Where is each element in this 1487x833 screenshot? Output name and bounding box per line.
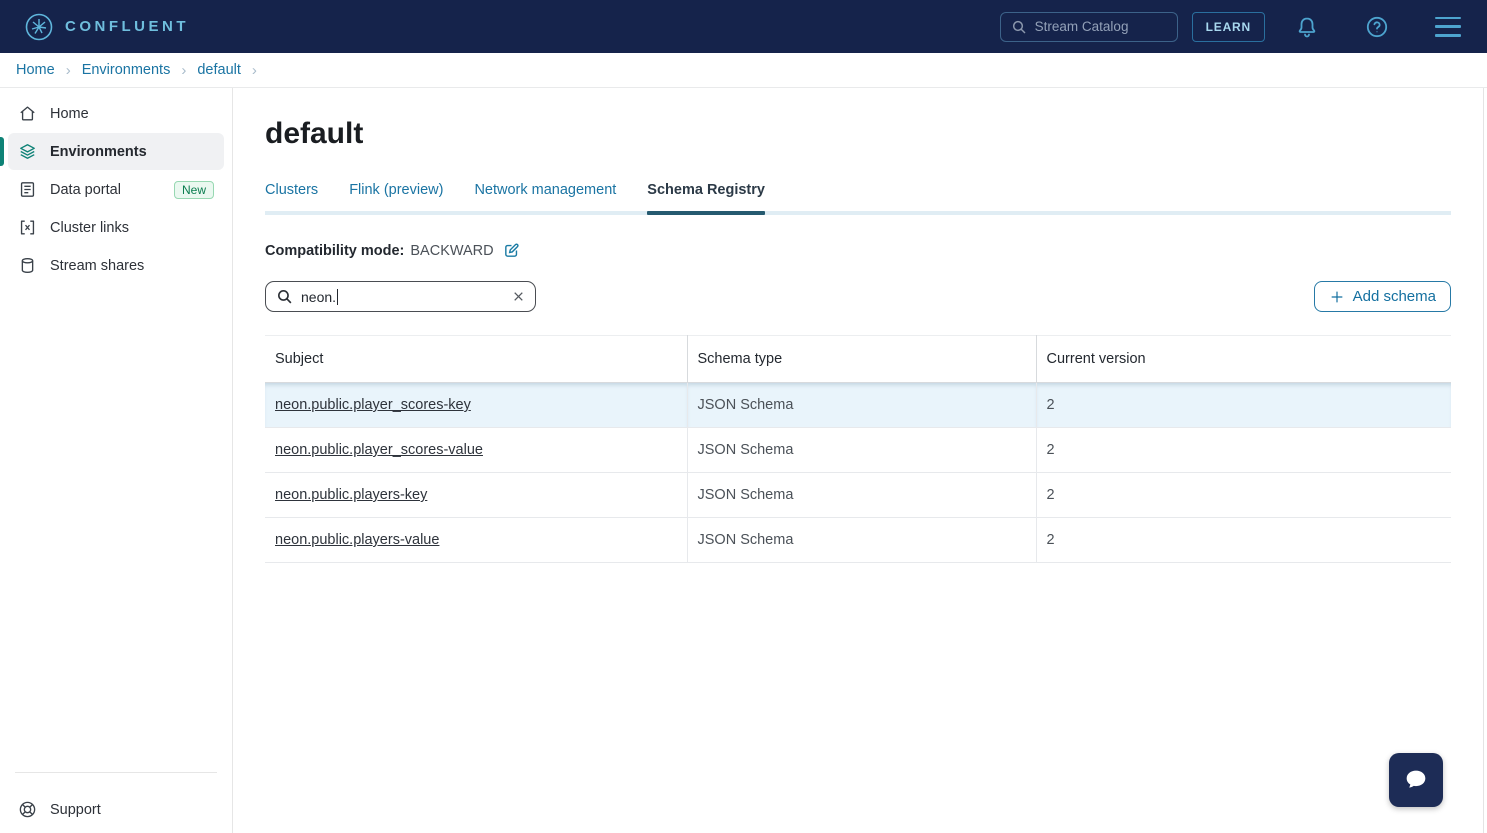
chat-widget-button[interactable] bbox=[1389, 753, 1443, 807]
breadcrumb-chevron-icon: › bbox=[66, 62, 71, 79]
confluent-logo-icon bbox=[24, 12, 54, 42]
support-icon bbox=[18, 800, 37, 819]
tab-bar: Clusters Flink (preview) Network managemen… bbox=[265, 182, 1451, 215]
chat-bubble-icon bbox=[1402, 766, 1430, 794]
schemas-table: SubjectSchema typeCurrent version neon.p… bbox=[265, 335, 1451, 563]
sidebar-item-label: Data portal bbox=[50, 182, 121, 198]
subject-cell: neon.public.players-value bbox=[265, 518, 687, 563]
sidebar-item-label: Cluster links bbox=[50, 220, 129, 236]
data-portal-icon bbox=[18, 180, 37, 199]
menu-hamburger-icon[interactable] bbox=[1435, 17, 1461, 37]
tab-schema-registry[interactable]: Schema Registry bbox=[647, 182, 765, 211]
table-row: neon.public.player_scores-key JSON Schema… bbox=[265, 383, 1451, 428]
clear-search-icon[interactable] bbox=[512, 290, 525, 303]
confluent-logo[interactable]: CONFLUENT bbox=[24, 12, 189, 42]
stream-catalog-input[interactable] bbox=[1035, 19, 1167, 34]
sidebar-item-home[interactable]: Home bbox=[8, 95, 224, 132]
top-navbar: CONFLUENT LEARN bbox=[0, 0, 1487, 53]
text-cursor bbox=[337, 289, 338, 305]
breadcrumb-chevron-icon: › bbox=[252, 62, 257, 79]
subject-cell: neon.public.player_scores-key bbox=[265, 383, 687, 428]
breadcrumb-link-home[interactable]: Home bbox=[16, 62, 55, 78]
sidebar-item-label: Stream shares bbox=[50, 258, 144, 274]
cluster-links-icon bbox=[18, 218, 37, 237]
sidebar-item-label: Environments bbox=[50, 144, 147, 160]
sidebar-divider bbox=[15, 772, 217, 773]
compatibility-mode-label: Compatibility mode: bbox=[265, 243, 404, 259]
edit-compatibility-icon[interactable] bbox=[503, 242, 520, 259]
table-row: neon.public.players-value JSON Schema2 bbox=[265, 518, 1451, 563]
navbar-right: LEARN bbox=[1000, 12, 1461, 42]
breadcrumb-link-default[interactable]: default bbox=[197, 62, 241, 78]
sidebar-item-label: Support bbox=[50, 802, 101, 818]
schema-type-cell: JSON Schema bbox=[687, 383, 1036, 428]
breadcrumb-link-environments[interactable]: Environments bbox=[82, 62, 171, 78]
breadcrumb: Home › Environments › default › bbox=[0, 53, 1487, 88]
plus-icon bbox=[1329, 289, 1345, 305]
help-icon[interactable] bbox=[1365, 15, 1389, 39]
sidebar: Home Environments Data portal New Cluster li… bbox=[0, 88, 233, 833]
current-version-cell: 2 bbox=[1036, 383, 1451, 428]
search-icon bbox=[1011, 19, 1027, 35]
notifications-bell-icon[interactable] bbox=[1295, 15, 1319, 39]
page-title: default bbox=[265, 117, 1451, 151]
add-schema-label: Add schema bbox=[1353, 288, 1436, 305]
search-icon bbox=[276, 288, 293, 305]
subject-link[interactable]: neon.public.players-value bbox=[275, 532, 439, 548]
schema-type-cell: JSON Schema bbox=[687, 473, 1036, 518]
sidebar-item-environments[interactable]: Environments bbox=[8, 133, 224, 170]
new-badge: New bbox=[174, 181, 214, 199]
subject-cell: neon.public.player_scores-value bbox=[265, 428, 687, 473]
home-icon bbox=[18, 104, 37, 123]
schema-search-value: neon. bbox=[301, 289, 336, 305]
subject-link[interactable]: neon.public.player_scores-key bbox=[275, 397, 471, 413]
main-content: default Clusters Flink (preview) Network m… bbox=[233, 88, 1483, 833]
sidebar-bottom: Support bbox=[0, 772, 232, 833]
table-header-row: SubjectSchema typeCurrent version bbox=[265, 336, 1451, 383]
sidebar-item-cluster-links[interactable]: Cluster links bbox=[8, 209, 224, 246]
sidebar-item-support[interactable]: Support bbox=[8, 791, 224, 828]
table-row: neon.public.player_scores-value JSON Sche… bbox=[265, 428, 1451, 473]
table-row: neon.public.players-key JSON Schema2 bbox=[265, 473, 1451, 518]
subject-link[interactable]: neon.public.player_scores-value bbox=[275, 442, 483, 458]
breadcrumb-chevron-icon: › bbox=[181, 62, 186, 79]
tab-flink-preview[interactable]: Flink (preview) bbox=[349, 182, 443, 211]
environments-layers-icon bbox=[18, 142, 37, 161]
stream-catalog-search[interactable] bbox=[1000, 12, 1178, 42]
sidebar-item-data-portal[interactable]: Data portal New bbox=[8, 171, 224, 208]
current-version-cell: 2 bbox=[1036, 473, 1451, 518]
column-header-schema-type: Schema type bbox=[687, 336, 1036, 383]
tab-clusters[interactable]: Clusters bbox=[265, 182, 318, 211]
table-actions-row: neon. Add schema bbox=[265, 281, 1451, 312]
compatibility-mode-row: Compatibility mode: BACKWARD bbox=[265, 242, 1451, 259]
schema-search-input[interactable]: neon. bbox=[265, 281, 536, 312]
column-header-current-version: Current version bbox=[1036, 336, 1451, 383]
current-version-cell: 2 bbox=[1036, 428, 1451, 473]
stream-shares-icon bbox=[18, 256, 37, 275]
subject-link[interactable]: neon.public.players-key bbox=[275, 487, 427, 503]
add-schema-button[interactable]: Add schema bbox=[1314, 281, 1451, 312]
sidebar-item-label: Home bbox=[50, 106, 89, 122]
learn-button[interactable]: LEARN bbox=[1192, 12, 1265, 42]
schema-type-cell: JSON Schema bbox=[687, 518, 1036, 563]
active-indicator bbox=[0, 137, 4, 166]
sidebar-item-stream-shares[interactable]: Stream shares bbox=[8, 247, 224, 284]
tab-network-management[interactable]: Network management bbox=[474, 182, 616, 211]
brand-name: CONFLUENT bbox=[65, 18, 189, 35]
current-version-cell: 2 bbox=[1036, 518, 1451, 563]
subject-cell: neon.public.players-key bbox=[265, 473, 687, 518]
column-header-subject: Subject bbox=[265, 336, 687, 383]
compatibility-mode-value: BACKWARD bbox=[410, 243, 493, 259]
schema-type-cell: JSON Schema bbox=[687, 428, 1036, 473]
